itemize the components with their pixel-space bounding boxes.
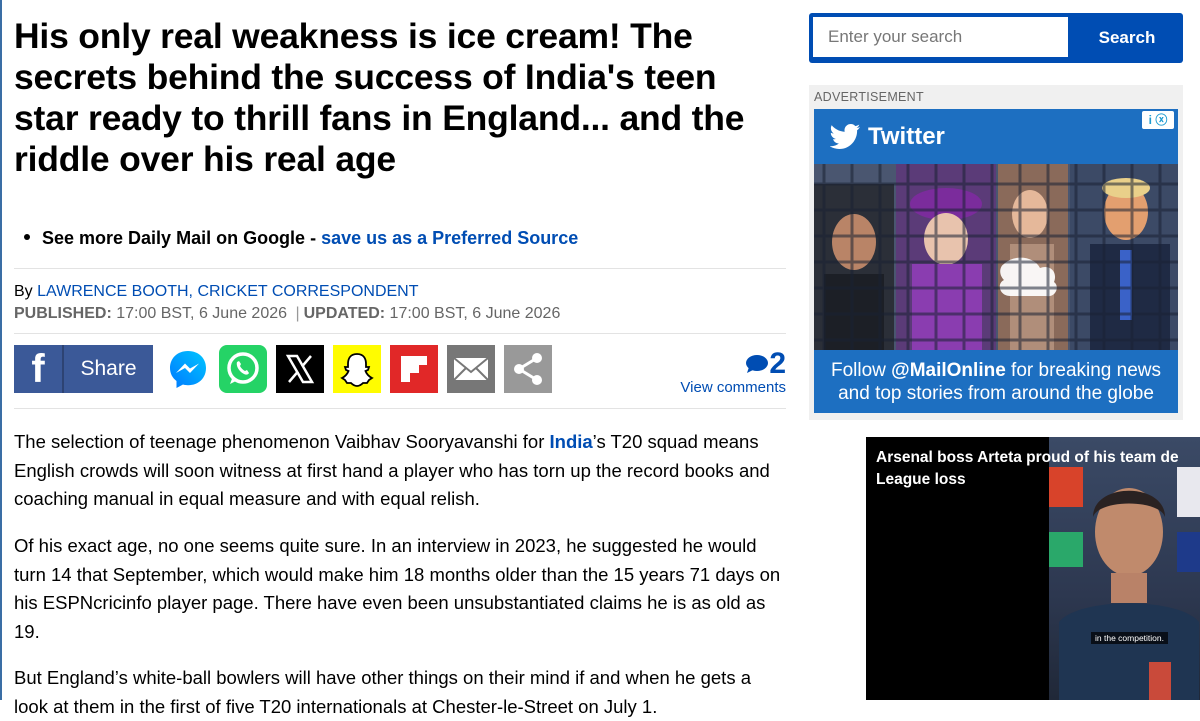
byline: By LAWRENCE BOOTH, CRICKET CORRESPONDENT bbox=[14, 283, 419, 301]
ad-choices-icon[interactable]: i ⓧ bbox=[1142, 111, 1174, 129]
published-label: PUBLISHED: bbox=[14, 305, 112, 322]
author-link[interactable]: LAWRENCE BOOTH, CRICKET CORRESPONDENT bbox=[37, 283, 418, 300]
preferred-prefix: See more Daily Mail on Google - bbox=[42, 228, 322, 248]
ad-text: Follow @MailOnline for breaking news and… bbox=[814, 359, 1178, 405]
india-link[interactable]: India bbox=[550, 431, 593, 452]
video-title: Arsenal boss Arteta proud of his team de… bbox=[876, 447, 1200, 491]
dates: PUBLISHED: 17:00 BST, 6 June 2026 | UPDAT… bbox=[14, 305, 560, 323]
whatsapp-share-button[interactable] bbox=[219, 345, 267, 393]
headline: His only real weakness is ice cream! The… bbox=[14, 16, 745, 179]
divider bbox=[14, 408, 786, 409]
snapchat-icon bbox=[340, 353, 374, 387]
share-label: Share bbox=[80, 357, 137, 380]
whatsapp-icon bbox=[227, 352, 259, 384]
email-share-button[interactable] bbox=[447, 345, 495, 393]
para1-start: The selection of teenage phenomenon Vaib… bbox=[14, 431, 550, 452]
comment-bubble-icon bbox=[746, 355, 769, 373]
video-caption: in the competition. bbox=[1091, 632, 1168, 644]
divider bbox=[14, 333, 786, 334]
article-paragraph: Of his exact age, no one seems quite sur… bbox=[14, 535, 781, 642]
flipboard-icon bbox=[401, 356, 427, 382]
window-edge bbox=[0, 0, 2, 700]
ad-image bbox=[814, 164, 1178, 350]
search-button[interactable]: Search bbox=[1075, 17, 1179, 59]
ad-text-prefix: Follow bbox=[830, 360, 892, 381]
comments-link[interactable]: 2 View comments bbox=[680, 349, 786, 397]
article-paragraph: The selection of teenage phenomenon Vaib… bbox=[14, 428, 784, 514]
updated-date: 17:00 BST, 6 June 2026 bbox=[385, 305, 561, 322]
divider bbox=[14, 268, 786, 269]
advertisement-label: ADVERTISEMENT bbox=[814, 90, 924, 104]
comment-count-row: 2 bbox=[680, 349, 786, 379]
more-share-button[interactable] bbox=[504, 345, 552, 393]
share-bar: f Share 2 View comments bbox=[14, 345, 786, 397]
advertisement-area: ADVERTISEMENT i ⓧ Twitter Follow @MailOn… bbox=[809, 85, 1183, 420]
facebook-icon: f bbox=[14, 345, 64, 393]
bullet-icon bbox=[24, 234, 30, 241]
messenger-share-button[interactable] bbox=[166, 345, 210, 393]
twitter-bird-icon bbox=[830, 124, 860, 149]
twitter-ad[interactable]: i ⓧ Twitter Follow @MailOnline for break… bbox=[814, 109, 1178, 413]
published-date: 17:00 BST, 6 June 2026 bbox=[111, 305, 292, 322]
comment-count: 2 bbox=[769, 347, 786, 380]
video-player[interactable]: Arsenal boss Arteta proud of his team de… bbox=[866, 437, 1200, 700]
flipboard-share-button[interactable] bbox=[390, 345, 438, 393]
byline-prefix: By bbox=[14, 283, 38, 300]
snapchat-share-button[interactable] bbox=[333, 345, 381, 393]
search-input[interactable] bbox=[813, 17, 1068, 57]
date-separator: | bbox=[295, 305, 300, 322]
search-box: Search bbox=[809, 13, 1183, 63]
ad-handle: @MailOnline bbox=[891, 360, 1006, 381]
view-comments-link[interactable]: View comments bbox=[680, 379, 786, 396]
messenger-icon bbox=[170, 351, 206, 388]
video-title-line: League loss bbox=[876, 471, 966, 488]
share-icon bbox=[514, 353, 542, 385]
preferred-source-link[interactable]: save us as a Preferred Source bbox=[321, 228, 578, 248]
x-icon bbox=[285, 354, 315, 384]
twitter-brand: Twitter bbox=[830, 123, 945, 151]
x-share-button[interactable] bbox=[276, 345, 324, 393]
preferred-source-line: See more Daily Mail on Google - save us … bbox=[24, 228, 578, 249]
facebook-share-button[interactable]: f Share bbox=[14, 345, 153, 393]
article-paragraph: But England’s white-ball bowlers will ha… bbox=[14, 667, 752, 717]
twitter-brand-label: Twitter bbox=[868, 123, 945, 150]
ad-photo-collage bbox=[814, 164, 1178, 350]
mail-icon bbox=[453, 357, 489, 381]
updated-label: UPDATED: bbox=[303, 305, 386, 322]
video-title-line: Arsenal boss Arteta proud of his team de bbox=[876, 449, 1179, 466]
